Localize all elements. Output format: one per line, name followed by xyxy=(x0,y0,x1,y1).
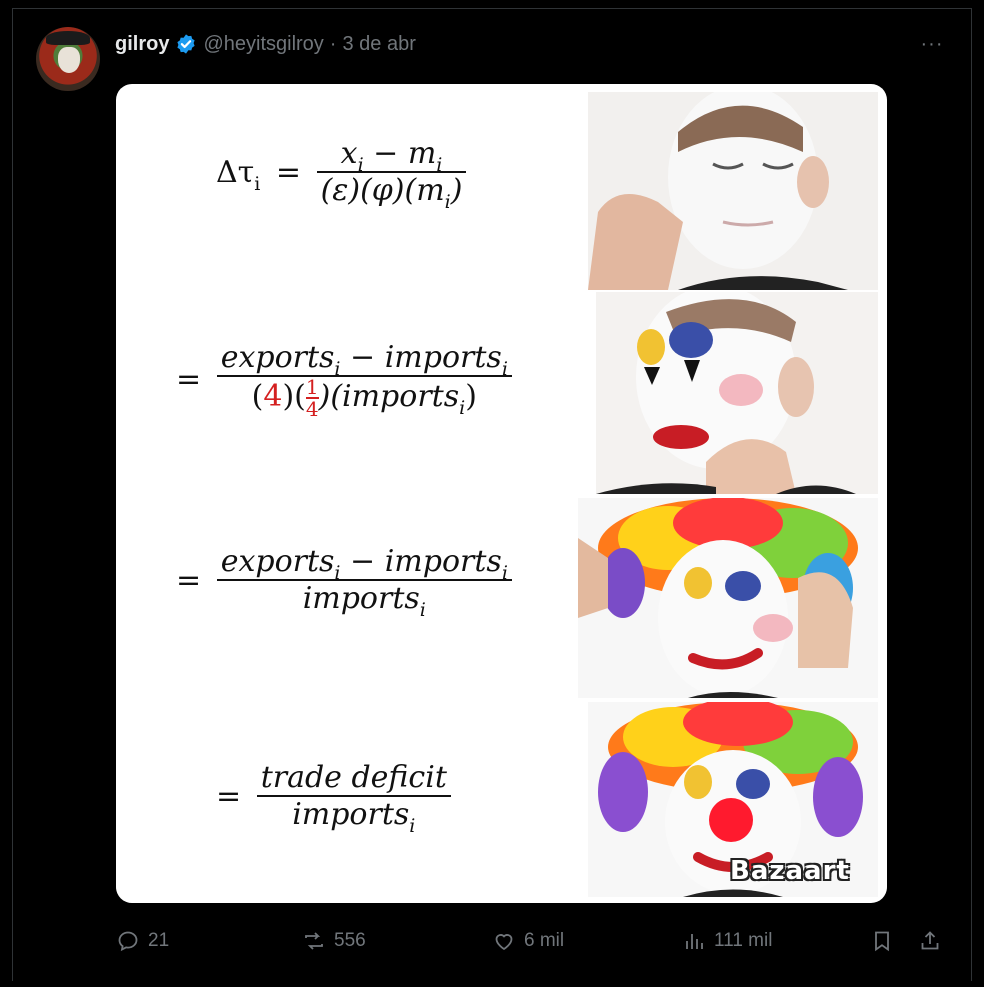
eq4-denominator: importsi xyxy=(292,797,416,837)
eq3-fraction: exportsi − importsi importsi xyxy=(216,544,512,621)
equation-1: Δτi = xi − mi (ε)(φ)(mi) xyxy=(216,136,467,213)
eq2-equals: = xyxy=(176,362,202,397)
views-button[interactable]: 111 mil xyxy=(682,925,772,957)
tweet-header: gilroy @heyitsgilroy · 3 de abr xyxy=(115,30,416,58)
eq1-lhs: Δτi xyxy=(216,154,261,195)
repost-button[interactable]: 556 xyxy=(302,925,366,957)
eq3-denominator: importsi xyxy=(302,581,426,621)
eq1-numerator: xi − mi xyxy=(316,136,467,176)
eq3-numerator: exportsi − importsi xyxy=(216,544,512,584)
eq2-numerator: exportsi − importsi xyxy=(216,340,512,380)
eq4-fraction: trade deficit importsi xyxy=(256,760,451,837)
eq4-equals: = xyxy=(216,778,242,814)
share-button[interactable] xyxy=(918,925,950,957)
red-four: 4 xyxy=(263,379,283,414)
heart-icon xyxy=(495,934,513,951)
user-handle[interactable]: @heyitsgilroy xyxy=(203,33,323,56)
like-button[interactable]: 6 mil xyxy=(492,925,564,957)
more-options-icon[interactable]: ··· xyxy=(918,30,946,58)
clown-panel-1 xyxy=(588,92,878,290)
equation-2: = exportsi − importsi (4)(1 4)(importsi) xyxy=(176,340,512,419)
like-count: 6 mil xyxy=(524,930,565,951)
red-one-quarter: 14 xyxy=(305,375,319,421)
avatar[interactable] xyxy=(36,27,100,91)
repost-icon xyxy=(305,932,323,950)
equation-3: = exportsi − importsi importsi xyxy=(176,544,512,621)
clown-panel-2 xyxy=(596,292,878,494)
avatar-face xyxy=(58,47,80,73)
post-date[interactable]: 3 de abr xyxy=(342,33,415,56)
reply-icon xyxy=(118,931,138,952)
eq2-denominator: (4)(1 4)(importsi) xyxy=(251,375,477,421)
share-icon xyxy=(921,931,939,950)
eq1-fraction: xi − mi (ε)(φ)(mi) xyxy=(316,136,467,213)
reply-button[interactable]: 21 xyxy=(116,925,169,957)
avatar-hat xyxy=(46,31,90,45)
repost-count: 556 xyxy=(334,930,366,951)
reply-count: 21 xyxy=(148,930,170,951)
bazaart-watermark: Bazaart xyxy=(730,856,850,886)
separator-dot: · xyxy=(329,32,337,55)
eq2-fraction: exportsi − importsi (4)(1 4)(importsi) xyxy=(216,340,512,421)
bookmark-icon xyxy=(875,931,889,952)
bookmark-button[interactable] xyxy=(870,925,902,957)
display-name[interactable]: gilroy xyxy=(115,33,169,56)
meme-image[interactable]: Δτi = xi − mi (ε)(φ)(mi) = exportsi − im… xyxy=(116,84,887,903)
eq4-numerator: trade deficit xyxy=(256,760,451,797)
equation-4: = trade deficit importsi xyxy=(216,760,451,837)
views-chart-icon xyxy=(686,934,703,949)
verified-badge-icon xyxy=(177,34,196,54)
eq3-equals: = xyxy=(176,562,202,598)
clown-panel-3 xyxy=(578,498,878,698)
eq1-denominator: (ε)(φ)(mi) xyxy=(320,173,463,213)
view-count: 111 mil xyxy=(714,930,773,951)
eq1-equals: = xyxy=(275,154,302,190)
